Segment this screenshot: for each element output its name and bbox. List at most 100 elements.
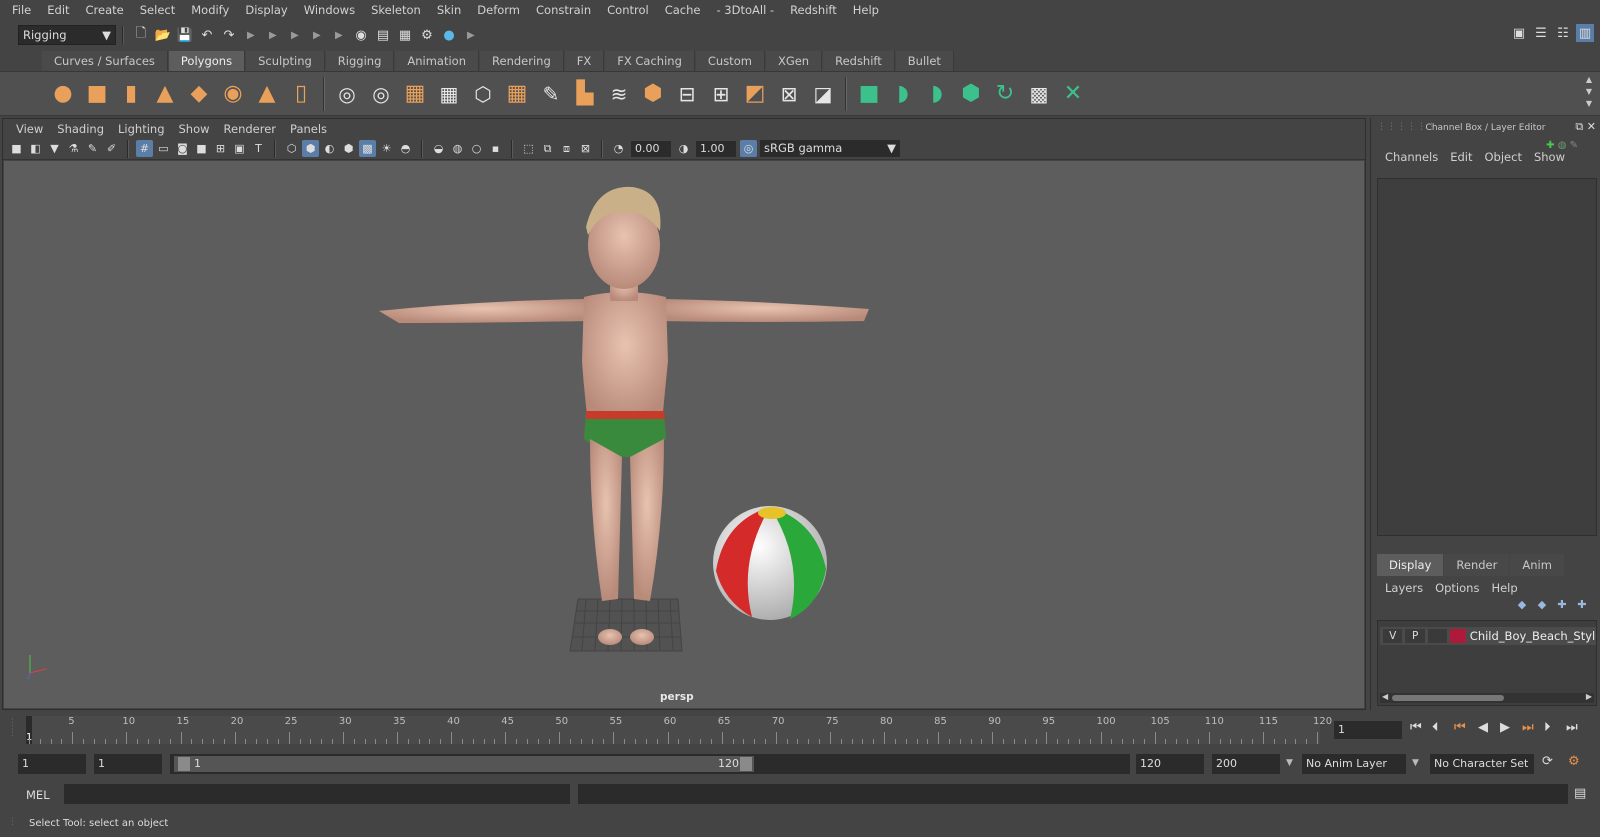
perspective-viewport[interactable]: persp bbox=[4, 161, 1364, 708]
shelf-tab-redshift[interactable]: Redshift bbox=[823, 51, 895, 71]
channel-box-icon[interactable]: ▥ bbox=[1576, 24, 1594, 42]
viewport-menu-show[interactable]: Show bbox=[172, 122, 217, 136]
bevel-icon[interactable]: ⬢ bbox=[638, 77, 668, 111]
layer-row[interactable]: V P Child_Boy_Beach_Style_T bbox=[1380, 627, 1596, 645]
camera-attributes-icon[interactable]: ◧ bbox=[27, 140, 44, 157]
drag-handle-icon[interactable]: ⋮ ⋮ bbox=[8, 718, 17, 738]
character-set-dropdown[interactable]: No Character Set bbox=[1430, 754, 1534, 774]
extrude-icon[interactable]: ▙ bbox=[570, 77, 600, 111]
attribute-editor-icon[interactable]: ☰ bbox=[1532, 24, 1550, 42]
poly-plane-icon[interactable]: ◆ bbox=[184, 77, 214, 111]
animation-start-field[interactable]: 1 bbox=[18, 754, 86, 774]
range-slider-bar[interactable] bbox=[174, 756, 754, 772]
viewport-menu-shading[interactable]: Shading bbox=[50, 122, 111, 136]
shelf-tab-bullet[interactable]: Bullet bbox=[895, 51, 954, 71]
exposure-icon[interactable]: ◔ bbox=[610, 140, 627, 157]
menu-help[interactable]: Help bbox=[845, 0, 887, 21]
wireframe-on-shaded-icon[interactable]: ⬢ bbox=[340, 140, 357, 157]
auto-key-icon[interactable]: ⟳ bbox=[1542, 754, 1553, 769]
new-layer-selected-icon[interactable]: ✚ bbox=[1572, 598, 1592, 611]
go-to-end-icon[interactable]: ⏭ bbox=[1566, 720, 1578, 735]
xray-joints-icon[interactable]: ⧈ bbox=[558, 140, 575, 157]
anim-layer-dropdown[interactable]: No Anim Layer bbox=[1302, 754, 1406, 774]
wireframe-icon[interactable]: ⬡ bbox=[283, 140, 300, 157]
image-plane-icon[interactable]: ⚗ bbox=[65, 140, 82, 157]
shelf-tab-rendering[interactable]: Rendering bbox=[480, 51, 564, 71]
hypershade-icon[interactable]: ● bbox=[440, 26, 458, 44]
menu-windows[interactable]: Windows bbox=[296, 0, 363, 21]
step-back-frame-icon[interactable]: ⏴ bbox=[1432, 720, 1439, 735]
boolean-icon[interactable]: ⬡ bbox=[468, 77, 498, 111]
insert-edge-loop-icon[interactable]: ⊟ bbox=[672, 77, 702, 111]
fill-hole-icon[interactable]: ⊠ bbox=[774, 77, 804, 111]
shelf-tab-custom[interactable]: Custom bbox=[695, 51, 765, 71]
range-start-handle[interactable] bbox=[178, 757, 190, 771]
drag-handle-icon[interactable]: ⋮⋮⋮⋮⋮⋮ bbox=[1377, 122, 1437, 132]
poly-torus-icon[interactable]: ◉ bbox=[218, 77, 248, 111]
screen-space-ao-icon[interactable]: ◒ bbox=[430, 140, 447, 157]
drag-handle-icon[interactable]: ⋮ bbox=[8, 817, 17, 827]
shelf-tab-sculpting[interactable]: Sculpting bbox=[246, 51, 325, 71]
unfold-icon[interactable]: ✕ bbox=[1058, 77, 1088, 111]
bridge-icon[interactable]: ≋ bbox=[604, 77, 634, 111]
smooth-shade-icon[interactable]: ⬢ bbox=[302, 140, 319, 157]
transform-icon[interactable]: ✚ bbox=[1546, 140, 1554, 151]
shelf-tab-fx[interactable]: FX bbox=[564, 51, 605, 71]
step-forward-frame-icon[interactable]: ⏵ bbox=[1544, 720, 1551, 735]
tab-render[interactable]: Render bbox=[1444, 554, 1510, 576]
playback-end-field[interactable]: 120 bbox=[1136, 754, 1204, 774]
grid-icon[interactable]: # bbox=[136, 140, 153, 157]
menu-deform[interactable]: Deform bbox=[469, 0, 528, 21]
save-scene-icon[interactable]: 💾 bbox=[176, 26, 194, 44]
channel-menu-edit[interactable]: Edit bbox=[1444, 150, 1478, 164]
layer-visibility-toggle[interactable]: V bbox=[1383, 629, 1403, 643]
render-view-icon[interactable]: ◉ bbox=[352, 26, 370, 44]
layer-menu-help[interactable]: Help bbox=[1485, 581, 1523, 595]
chevron-down-icon[interactable]: ▼ bbox=[1412, 758, 1419, 768]
refresh-icon[interactable]: ◍ bbox=[1558, 140, 1567, 151]
poly-cone-icon[interactable]: ▲ bbox=[150, 77, 180, 111]
camera-icon[interactable]: ■ bbox=[8, 140, 25, 157]
depth-of-field-icon[interactable]: ▪ bbox=[487, 140, 504, 157]
scroll-left-icon[interactable]: ◀ bbox=[1382, 692, 1388, 701]
collapse-icon[interactable]: ▶ bbox=[335, 26, 343, 44]
close-icon[interactable]: ✕ bbox=[1587, 120, 1596, 133]
gate-mask-icon[interactable]: ■ bbox=[193, 140, 210, 157]
poly-sphere-icon[interactable]: ● bbox=[48, 77, 78, 111]
field-chart-icon[interactable]: ⊞ bbox=[212, 140, 229, 157]
viewport-menu-lighting[interactable]: Lighting bbox=[111, 122, 171, 136]
command-language-label[interactable]: MEL bbox=[26, 788, 50, 802]
scrollbar-thumb[interactable] bbox=[1392, 695, 1504, 701]
layer-menu-layers[interactable]: Layers bbox=[1379, 581, 1429, 595]
use-all-lights-icon[interactable]: ☀ bbox=[378, 140, 395, 157]
menu-edit[interactable]: Edit bbox=[39, 0, 77, 21]
playback-start-field[interactable]: 1 bbox=[94, 754, 162, 774]
layer-playback-toggle[interactable]: P bbox=[1405, 629, 1425, 643]
go-to-start-icon[interactable]: ⏮ bbox=[1410, 720, 1422, 735]
grease-pencil-icon[interactable]: ✎ bbox=[84, 140, 101, 157]
color-management-icon[interactable]: ◎ bbox=[740, 140, 757, 157]
shelf-scroll[interactable]: ▲ ▼ ▼ bbox=[1586, 74, 1592, 110]
new-layer-icon[interactable]: ✚ bbox=[1552, 598, 1572, 611]
menu-skin[interactable]: Skin bbox=[429, 0, 469, 21]
exposure-field[interactable]: 0.00 bbox=[631, 140, 671, 157]
command-input[interactable] bbox=[64, 784, 570, 804]
play-backwards-icon[interactable]: ◀ bbox=[1478, 720, 1488, 735]
range-end-handle[interactable] bbox=[740, 757, 752, 771]
menu-create[interactable]: Create bbox=[78, 0, 132, 21]
safe-title-icon[interactable]: T bbox=[250, 140, 267, 157]
collapse-icon[interactable]: ▶ bbox=[247, 26, 255, 44]
menu-file[interactable]: File bbox=[4, 0, 39, 21]
planar-mapping-icon[interactable]: ■ bbox=[854, 77, 884, 111]
current-frame-field[interactable]: 1 bbox=[1334, 721, 1402, 739]
menu-redshift[interactable]: Redshift bbox=[782, 0, 845, 21]
scroll-right-icon[interactable]: ▶ bbox=[1586, 692, 1592, 701]
channel-menu-object[interactable]: Object bbox=[1479, 150, 1528, 164]
tab-display[interactable]: Display bbox=[1377, 554, 1444, 576]
spherical-mapping-icon[interactable]: ◗ bbox=[922, 77, 952, 111]
shelf-tab-xgen[interactable]: XGen bbox=[765, 51, 823, 71]
shelf-tab-rigging[interactable]: Rigging bbox=[325, 51, 395, 71]
viewport-menu-view[interactable]: View bbox=[9, 122, 50, 136]
default-lighting-icon[interactable]: ◐ bbox=[321, 140, 338, 157]
color-space-dropdown[interactable]: sRGB gamma ▼ bbox=[760, 140, 900, 157]
